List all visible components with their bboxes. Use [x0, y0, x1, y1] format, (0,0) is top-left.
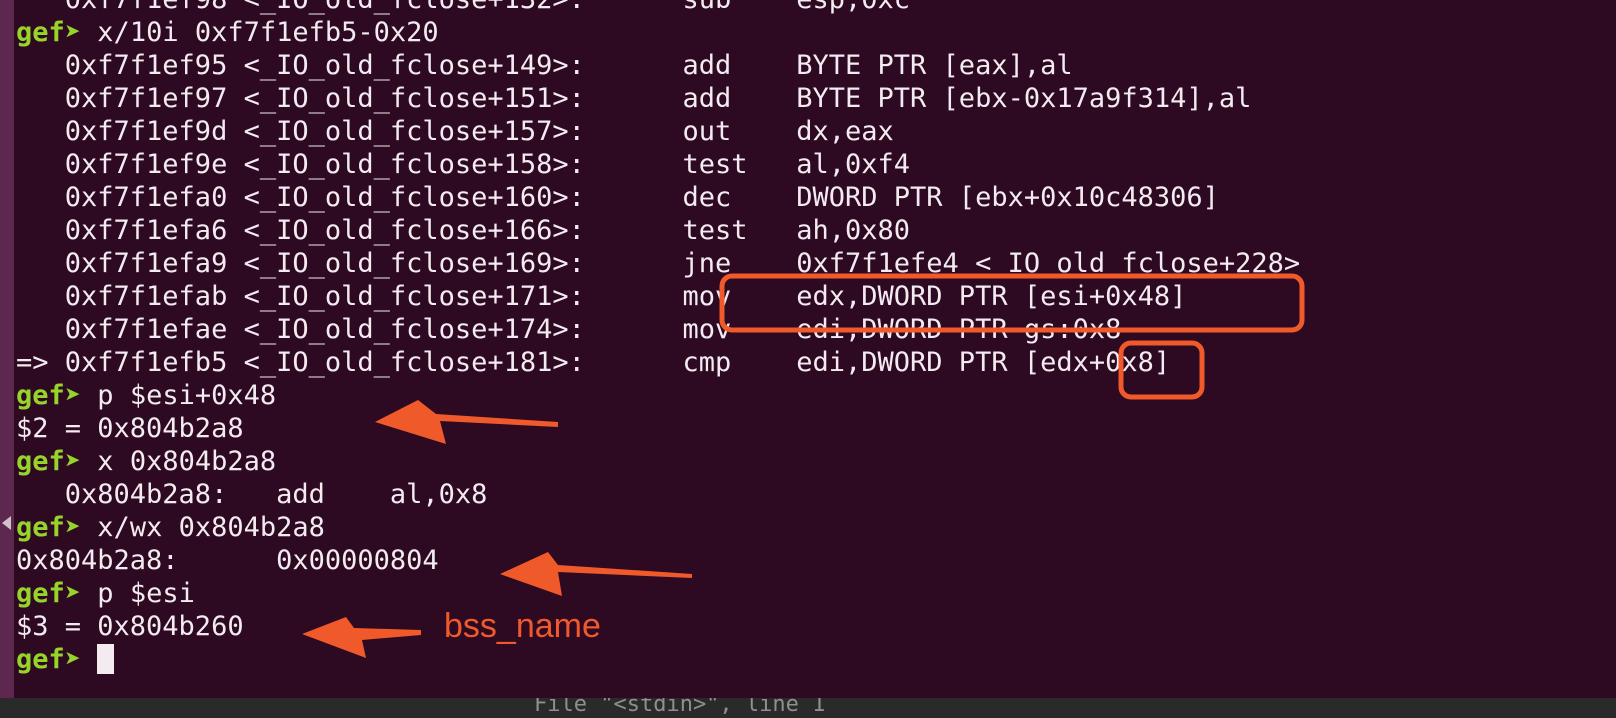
prompt-arrow-icon: ➤ — [64, 17, 82, 48]
prompt-arrow-icon: ➤ — [64, 644, 82, 675]
command-line: gef➤ x/10i 0xf7f1efb5-0x20 — [16, 17, 439, 48]
terminal-line: 0x804b2a8: add al,0x8 — [16, 479, 488, 510]
terminal-line: 0xf7f1ef98 <_IO_old_fclose+132>: sub esp… — [16, 0, 910, 17]
command-line: gef➤ x 0x804b2a8 — [16, 446, 277, 477]
terminal-line: 0x804b2a8: 0x00000804 — [16, 545, 439, 576]
terminal-window: 0xf7f1ef98 <_IO_old_fclose+132>: sub esp… — [0, 0, 1616, 718]
terminal-line: $3 = 0x804b260 — [16, 611, 244, 642]
terminal-line: 0xf7f1efa6 <_IO_old_fclose+166>: test ah… — [16, 215, 911, 246]
prompt-arrow-icon: ➤ — [64, 380, 82, 411]
text-cursor — [97, 644, 115, 674]
status-bar-text: File "<stdin>", line 1 — [534, 698, 826, 717]
command-line: gef➤ p $esi — [16, 578, 195, 609]
terminal-line: 0xf7f1ef97 <_IO_old_fclose+151>: add BYT… — [16, 83, 1252, 114]
gef-prompt: gef➤ — [16, 512, 82, 543]
terminal-line-highlighted: 0xf7f1efab <_IO_old_fclose+171>: mov edx… — [16, 281, 1187, 312]
gef-prompt: gef➤ — [16, 578, 82, 609]
command-line: gef➤ x/wx 0x804b2a8 — [16, 512, 325, 543]
terminal-line: 0xf7f1ef9e <_IO_old_fclose+158>: test al… — [16, 149, 911, 180]
gef-prompt: gef➤ — [16, 644, 82, 675]
gef-prompt: gef➤ — [16, 17, 82, 48]
collapse-arrow-icon[interactable] — [2, 516, 11, 530]
status-bar: File "<stdin>", line 1 — [0, 698, 1616, 718]
gef-prompt: gef➤ — [16, 446, 82, 477]
terminal-line: 0xf7f1efa9 <_IO_old_fclose+169>: jne 0xf… — [16, 248, 1301, 279]
gef-prompt: gef➤ — [16, 380, 82, 411]
prompt-arrow-icon: ➤ — [64, 512, 82, 543]
window-left-border — [0, 0, 14, 698]
command-line: gef➤ p $esi+0x48 — [16, 380, 277, 411]
terminal-line: $2 = 0x804b2a8 — [16, 413, 244, 444]
terminal-line: 0xf7f1efae <_IO_old_fclose+174>: mov edi… — [16, 314, 1122, 345]
current-instruction-line: => 0xf7f1efb5 <_IO_old_fclose+181>: cmp … — [16, 347, 1171, 378]
prompt-arrow-icon: ➤ — [64, 578, 82, 609]
terminal-line: 0xf7f1efa0 <_IO_old_fclose+160>: dec DWO… — [16, 182, 1219, 213]
annotation-label: bss_name — [444, 607, 601, 645]
terminal-line: 0xf7f1ef95 <_IO_old_fclose+149>: add BYT… — [16, 50, 1073, 81]
command-input-line[interactable]: gef➤ — [16, 643, 115, 677]
terminal-line: 0xf7f1ef9d <_IO_old_fclose+157>: out dx,… — [16, 116, 894, 147]
prompt-arrow-icon: ➤ — [64, 446, 82, 477]
terminal-output[interactable]: 0xf7f1ef98 <_IO_old_fclose+132>: sub esp… — [16, 0, 1616, 698]
